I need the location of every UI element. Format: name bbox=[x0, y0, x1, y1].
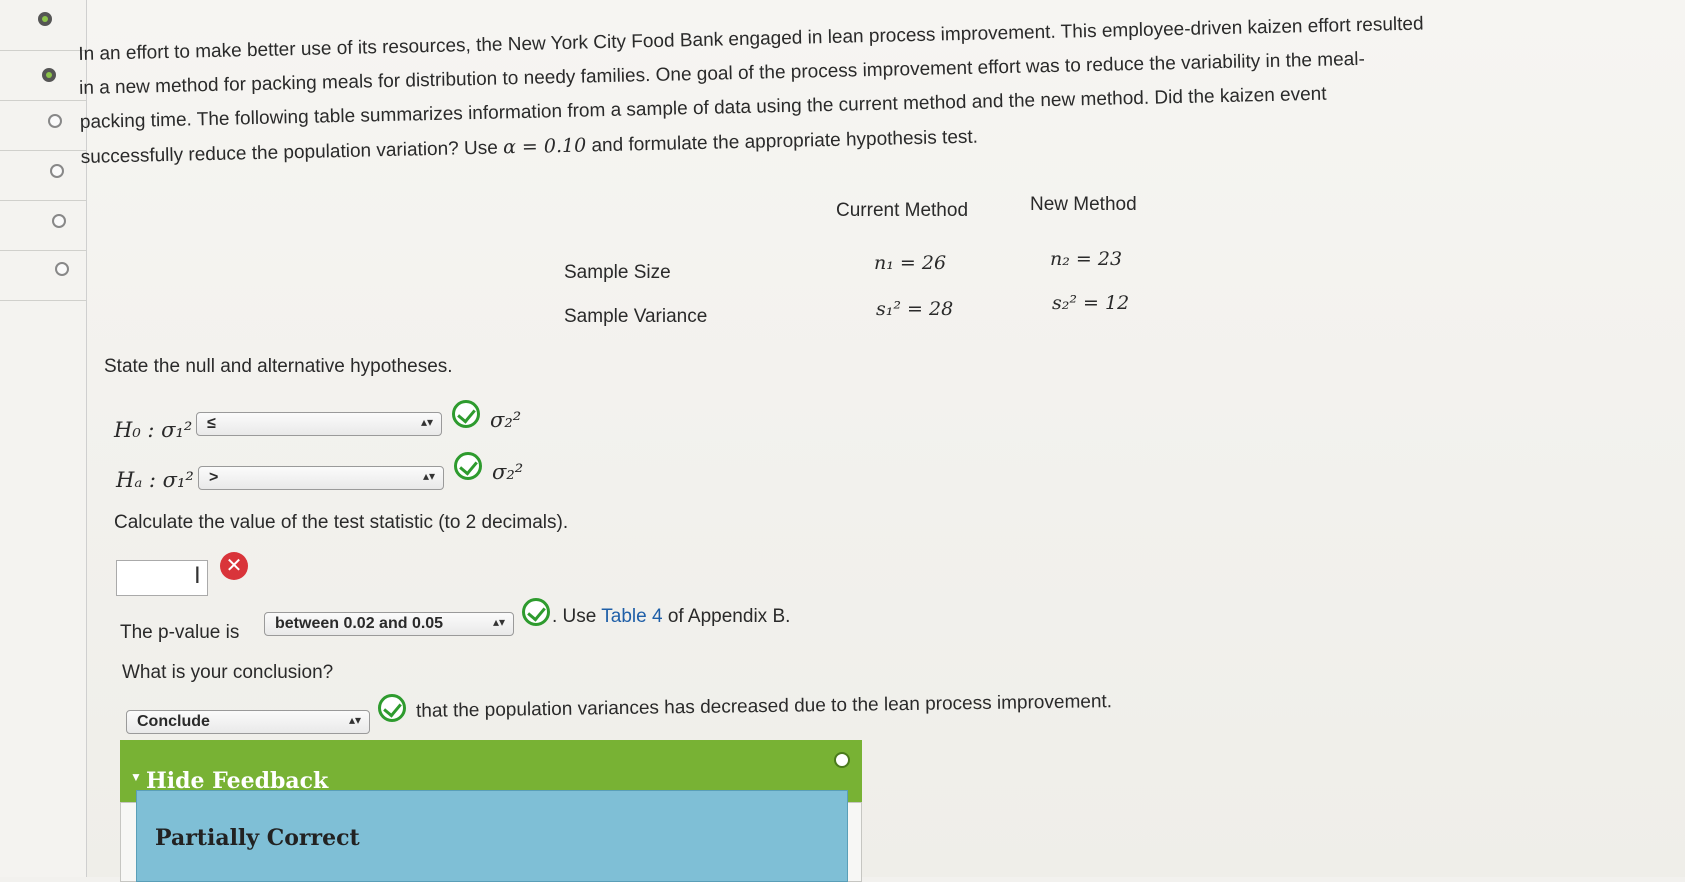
empty-dot-icon bbox=[50, 164, 64, 178]
conclusion-tail: that the population variances has decrea… bbox=[415, 691, 1113, 722]
nav-item-6[interactable] bbox=[0, 250, 86, 301]
alt-hypothesis-label: Hₐ : σ₁² bbox=[116, 468, 194, 492]
empty-dot-icon bbox=[48, 114, 62, 128]
nav-item-1[interactable] bbox=[0, 0, 86, 51]
new-sample-variance: s₂² = 12 bbox=[1052, 292, 1130, 314]
correct-check-icon bbox=[378, 694, 406, 722]
null-hypothesis-select[interactable]: ≤ ▴▾ bbox=[196, 412, 442, 436]
select-arrows-icon: ▴▾ bbox=[422, 469, 435, 483]
empty-dot-icon bbox=[52, 214, 66, 228]
pvalue-prefix: The p-value is bbox=[120, 622, 240, 643]
pvalue-select[interactable]: between 0.02 and 0.05 ▴▾ bbox=[264, 612, 514, 636]
question-nav-rail bbox=[0, 0, 87, 877]
correct-check-icon bbox=[522, 598, 550, 626]
question-text: In an effort to make better use of its r… bbox=[78, 3, 1641, 175]
feedback-status: Partially Correct bbox=[155, 825, 360, 851]
nav-item-2[interactable] bbox=[0, 50, 86, 101]
completed-dot-icon bbox=[38, 12, 52, 26]
select-arrows-icon: ▴▾ bbox=[348, 713, 361, 727]
alpha-value: α = 0.10 bbox=[502, 134, 587, 159]
nav-item-5[interactable] bbox=[0, 200, 86, 251]
nav-item-3[interactable] bbox=[0, 100, 86, 151]
empty-dot-icon bbox=[55, 262, 69, 276]
correct-check-icon bbox=[454, 452, 482, 480]
current-sample-size: n₁ = 26 bbox=[874, 252, 947, 274]
nav-item-4[interactable] bbox=[0, 150, 86, 201]
new-sample-size: n₂ = 23 bbox=[1050, 248, 1123, 270]
incorrect-x-icon: ✕ bbox=[220, 552, 248, 580]
row-label-sample-size: Sample Size bbox=[564, 262, 671, 283]
page: In an effort to make better use of its r… bbox=[0, 0, 1685, 882]
row-label-sample-variance: Sample Variance bbox=[564, 306, 708, 327]
table-4-link[interactable]: Table 4 bbox=[601, 606, 662, 627]
col-header-new: New Method bbox=[1030, 194, 1137, 215]
feedback-panel: ▼ Hide Feedback Partially Correct bbox=[120, 740, 862, 882]
text-cursor-icon: I bbox=[194, 562, 201, 589]
completed-dot-icon bbox=[42, 68, 56, 82]
correct-check-icon bbox=[452, 400, 480, 428]
status-dot-icon bbox=[834, 752, 850, 768]
hypotheses-prompt: State the null and alternative hypothese… bbox=[104, 356, 453, 377]
alt-hypothesis-rhs: σ₂² bbox=[492, 460, 524, 484]
null-hypothesis-rhs: σ₂² bbox=[490, 408, 522, 432]
select-arrows-icon: ▴▾ bbox=[420, 415, 433, 429]
conclusion-prompt: What is your conclusion? bbox=[122, 662, 334, 683]
null-hypothesis-label: H₀ : σ₁² bbox=[114, 418, 193, 442]
statistic-prompt: Calculate the value of the test statisti… bbox=[114, 512, 569, 533]
feedback-status-box: Partially Correct bbox=[136, 790, 848, 882]
col-header-current: Current Method bbox=[836, 200, 969, 221]
pvalue-suffix: . Use Table 4 of Appendix B. bbox=[552, 606, 791, 627]
alt-hypothesis-select[interactable]: > ▴▾ bbox=[198, 466, 444, 490]
collapse-triangle-icon: ▼ bbox=[130, 770, 142, 784]
current-sample-variance: s₁² = 28 bbox=[876, 298, 954, 320]
select-arrows-icon: ▴▾ bbox=[492, 615, 505, 629]
conclusion-select[interactable]: Conclude ▴▾ bbox=[126, 710, 370, 734]
